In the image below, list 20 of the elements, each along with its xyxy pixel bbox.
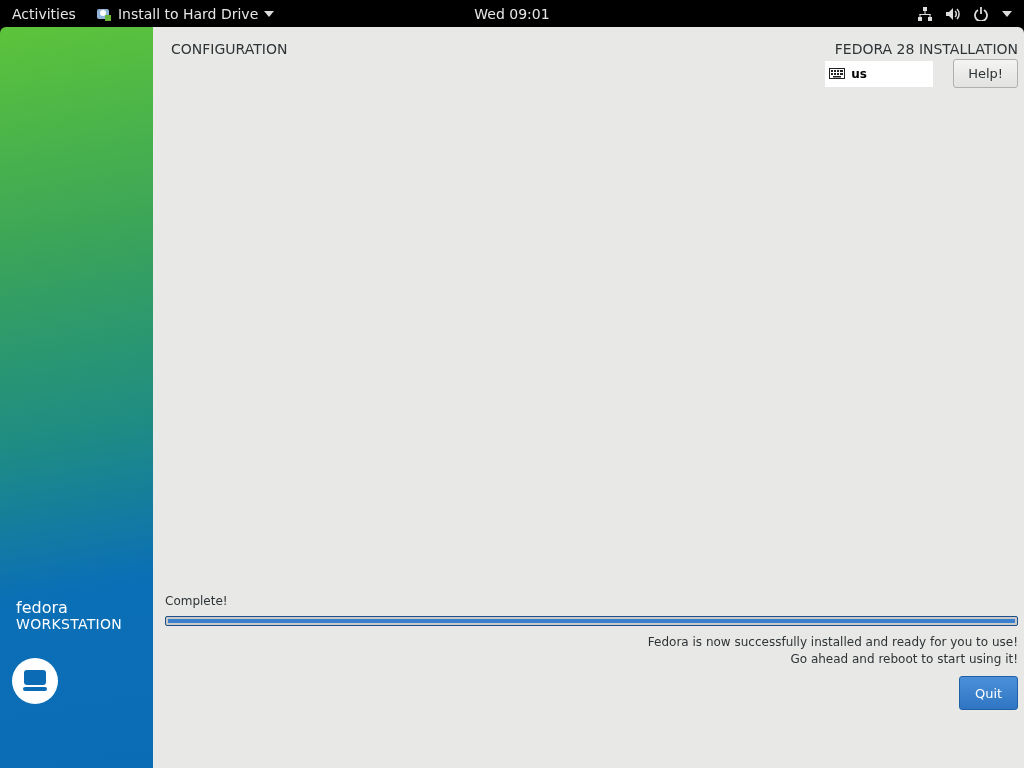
help-button[interactable]: Help! [953,59,1018,88]
brand-logo-text: fedora [16,600,69,616]
product-title: FEDORA 28 INSTALLATION [834,41,1018,57]
clock[interactable]: Wed 09:01 [474,5,550,22]
app-menu[interactable]: Install to Hard Drive [117,5,259,22]
status-message: Go ahead and reboot to start using it! [790,651,1018,668]
status-message: Fedora is now successfully installed and ready for you to use! [647,634,1018,651]
progress-label: Complete! [165,594,228,608]
laptop-icon [12,658,58,704]
edition-label: WORKSTATION [16,616,124,632]
keyboard-icon [829,68,846,79]
quit-button[interactable]: Quit [959,676,1018,710]
keyboard-layout-indicator[interactable]: us [825,60,934,87]
caret-icon[interactable] [1002,10,1012,17]
volume-icon[interactable] [946,6,960,21]
caret-icon[interactable] [264,10,275,17]
power-icon[interactable] [974,6,988,21]
network-icon[interactable] [918,6,932,21]
activities-button[interactable]: Activities [12,5,76,22]
section-title: CONFIGURATION [171,41,288,59]
